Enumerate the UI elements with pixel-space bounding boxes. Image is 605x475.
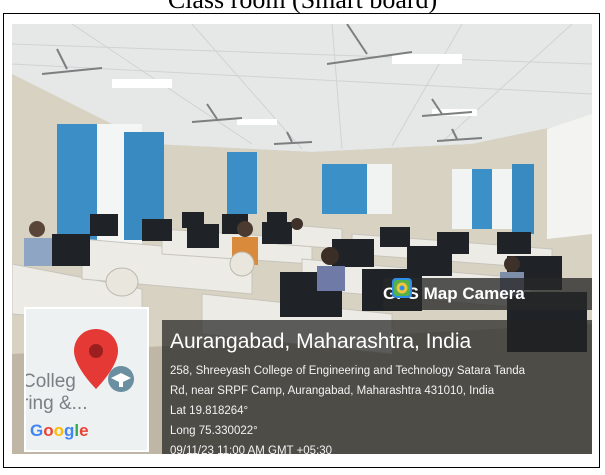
latitude: Lat 19.818264° [170, 405, 249, 417]
longitude: Long 75.330022° [170, 425, 258, 437]
ceiling-light [392, 54, 462, 64]
location-info-panel: Aurangabad, Maharashtra, India 258, Shre… [162, 320, 592, 454]
map-thumbnail: Colleg ring &... Google [24, 307, 149, 452]
curtain [227, 152, 257, 214]
ceiling-light [237, 119, 277, 125]
ceiling-light [112, 79, 172, 88]
gps-map-camera-badge: GPS Map Camera [383, 278, 592, 310]
photo-frame: GPS Map Camera Aurangabad, Maharashtra, … [3, 13, 600, 468]
page-heading: Class room (Smart board) [0, 0, 605, 14]
google-logo: Google [30, 421, 89, 440]
curtain [512, 164, 534, 234]
date-time: 09/11/23 11:00 AM GMT +05:30 [170, 445, 333, 454]
gps-camera-icon [392, 278, 412, 298]
location-title: Aurangabad, Maharashtra, India [170, 330, 472, 353]
classroom-photo: GPS Map Camera Aurangabad, Maharashtra, … [12, 24, 592, 454]
map-label-line-1: Colleg [24, 371, 76, 392]
map-label-line-2: ring &... [24, 393, 88, 414]
window [547, 114, 592, 239]
curtain [322, 164, 367, 214]
address-line-2: Rd, near SRPF Camp, Aurangabad, Maharash… [170, 385, 495, 397]
curtain [472, 169, 492, 229]
address-line-1: 258, Shreeyash College of Engineering an… [170, 365, 526, 377]
